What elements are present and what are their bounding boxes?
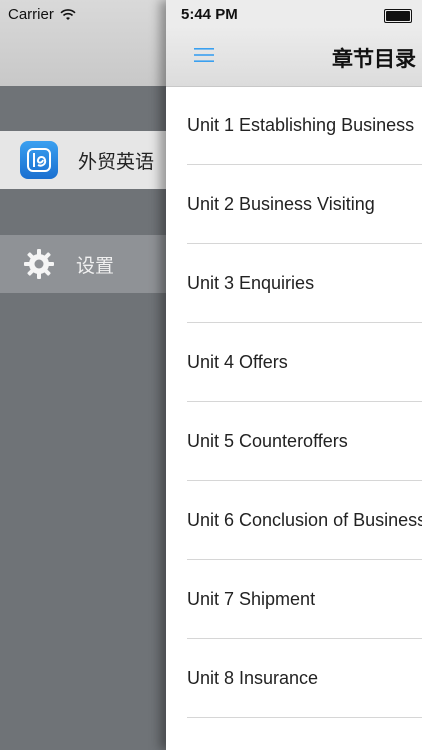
chapter-title: Unit 7 Shipment [187, 589, 316, 609]
chapter-title: Unit 3 Enquiries [187, 273, 315, 293]
status-time: 5:44 PM [181, 6, 238, 23]
wifi-icon [60, 8, 76, 20]
chapter-row[interactable]: Unit 8 Insurance [166, 639, 422, 718]
page-title: 章节目录 [332, 48, 416, 71]
status-bar: 5:44 PM [166, 0, 422, 26]
chapter-row[interactable]: Unit 3 Enquiries [166, 244, 422, 323]
chapter-title: Unit 4 Offers [187, 352, 288, 372]
chapter-list: Unit 1 Establishing Business Unit 2 Busi… [166, 86, 422, 718]
drawer-item-label: 外贸英语 [78, 151, 155, 173]
navigation-bar: 章节目录 [166, 26, 422, 87]
chapter-row[interactable]: Unit 2 Business Visiting [166, 165, 422, 244]
chapter-row[interactable]: Unit 6 Conclusion of Business [166, 481, 422, 560]
chapter-row[interactable]: Unit 4 Offers [166, 323, 422, 402]
carrier-status: Carrier [8, 6, 76, 23]
chapter-title: Unit 5 Counteroffers [187, 431, 348, 451]
chapter-row[interactable]: Unit 1 Establishing Business [166, 86, 422, 165]
chapter-title: Unit 2 Business Visiting [187, 194, 375, 214]
drawer-item-label: 设置 [76, 255, 115, 277]
chapter-title: Unit 1 Establishing Business [187, 115, 415, 135]
battery-icon [384, 9, 412, 23]
hamburger-menu-icon[interactable] [192, 45, 216, 65]
gear-icon [24, 249, 54, 279]
carrier-label: Carrier [8, 6, 54, 23]
chapter-title: Unit 6 Conclusion of Business [187, 510, 422, 530]
chapter-title: Unit 8 Insurance [187, 668, 319, 688]
chapter-row[interactable]: Unit 5 Counteroffers [166, 402, 422, 481]
app-logo-icon [20, 141, 58, 179]
chapter-row[interactable]: Unit 7 Shipment [166, 560, 422, 639]
chapter-panel: 5:44 PM 章节目录 Unit 1 Establishing Busines… [166, 0, 422, 750]
